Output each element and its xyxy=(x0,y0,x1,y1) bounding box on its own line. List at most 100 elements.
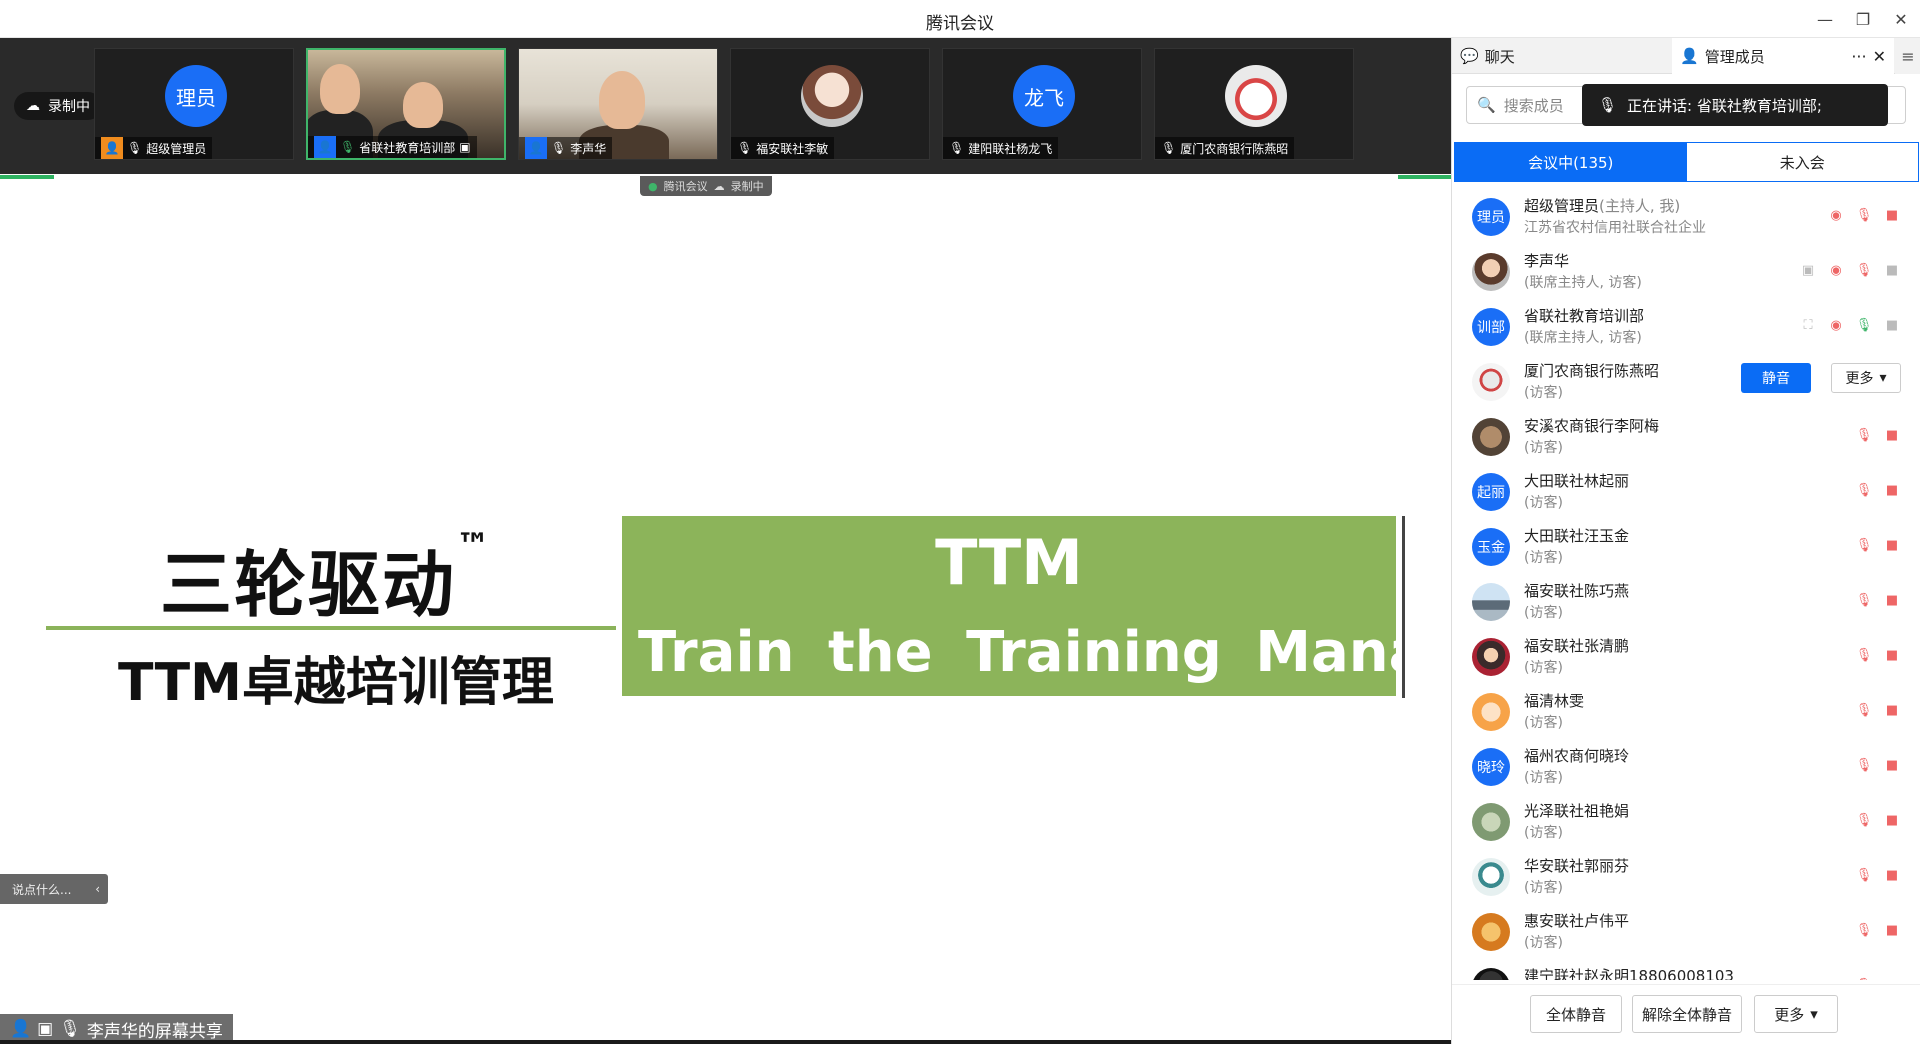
camera-off-icon[interactable]: ■ xyxy=(1883,976,1901,981)
camera-off-icon[interactable]: ■ xyxy=(1883,921,1901,939)
mic-muted-icon[interactable]: 🎙 xyxy=(1855,701,1873,719)
member-row[interactable]: 建宁联社赵永明18806008103 🎙 ■ xyxy=(1452,958,1920,980)
camera-off-icon[interactable]: ■ xyxy=(1883,811,1901,829)
mic-muted-icon[interactable]: 🎙 xyxy=(1855,261,1873,279)
tab-not-joined[interactable]: 未入会 xyxy=(1686,143,1918,181)
member-row[interactable]: 安溪农商银行李阿梅 (访客) 🎙 ■ xyxy=(1452,408,1920,463)
camera-off-icon[interactable]: ■ xyxy=(1883,866,1901,884)
mic-muted-icon[interactable]: 🎙 xyxy=(1855,591,1873,609)
close-panel-icon[interactable]: ✕ xyxy=(1873,47,1886,66)
member-controls: ⛶ ◉ 🎙 ■ xyxy=(1799,316,1901,334)
recording-label: 录制中 xyxy=(48,99,90,115)
more-options-icon[interactable]: ··· xyxy=(1851,47,1866,66)
camera-off-icon[interactable]: ■ xyxy=(1883,646,1901,664)
mic-muted-icon[interactable]: 🎙 xyxy=(1855,921,1873,939)
eye-icon[interactable]: ◉ xyxy=(1827,206,1845,224)
trademark-mark: ™ xyxy=(456,526,493,566)
member-row[interactable]: 起丽 大田联社林起丽 (访客) 🎙 ■ xyxy=(1452,463,1920,518)
banner-subtitle: Train the Training Manager xyxy=(638,620,1451,685)
search-placeholder: 搜索成员 xyxy=(1503,96,1564,115)
mic-muted-icon[interactable]: 🎙 xyxy=(1855,206,1873,224)
video-tile[interactable]: 👤 🎙 李声华 xyxy=(518,48,718,160)
mic-muted-icon[interactable]: 🎙 xyxy=(1855,756,1873,774)
camera-icon[interactable]: ■ xyxy=(1883,261,1901,279)
member-name: 厦门农商银行陈燕昭 xyxy=(1524,362,1660,380)
video-tile[interactable]: 🎙 厦门农商银行陈燕昭 xyxy=(1154,48,1354,160)
focus-icon[interactable]: ⛶ xyxy=(1799,316,1817,334)
menu-icon[interactable]: ≡ xyxy=(1895,38,1920,74)
member-row[interactable]: 厦门农商银行陈燕昭 (访客) 静音 更多 ▾ xyxy=(1452,353,1920,408)
restore-icon[interactable]: ❐ xyxy=(1844,0,1882,38)
mini-app-name: 腾讯会议 xyxy=(663,180,708,193)
slide-title: 三轮驱动™ xyxy=(160,526,492,631)
member-controls: 🎙 ■ xyxy=(1855,481,1901,499)
member-row[interactable]: 理员 超级管理员(主持人, 我) 江苏省农村信用社联合社企业 ◉ 🎙 ■ xyxy=(1452,188,1920,243)
member-role: (访客) xyxy=(1524,495,1563,511)
mic-muted-icon[interactable]: 🎙 xyxy=(1855,866,1873,884)
avatar xyxy=(1472,803,1510,841)
member-row[interactable]: 福清林雯 (访客) 🎙 ■ xyxy=(1452,683,1920,738)
screen-share-icon[interactable]: ▣ xyxy=(1799,261,1817,279)
cloud-icon: ☁ xyxy=(26,98,40,114)
member-row[interactable]: 晓玲 福州农商何晓玲 (访客) 🎙 ■ xyxy=(1452,738,1920,793)
member-role: (访客) xyxy=(1524,770,1563,786)
banner-title: TTM xyxy=(935,526,1083,599)
video-tile[interactable]: 👤 🎙 省联社教育培训部 ▣ xyxy=(306,48,506,160)
member-row[interactable]: 光泽联社祖艳娟 (访客) 🎙 ■ xyxy=(1452,793,1920,848)
mic-muted-icon[interactable]: 🎙 xyxy=(1855,481,1873,499)
close-icon[interactable]: ✕ xyxy=(1882,0,1920,38)
mic-muted-icon[interactable]: 🎙 xyxy=(1855,536,1873,554)
member-row[interactable]: 惠安联社卢伟平 (访客) 🎙 ■ xyxy=(1452,903,1920,958)
unmute-all-button[interactable]: 解除全体静音 xyxy=(1632,995,1742,1033)
tile-label: 👤 🎙 李声华 xyxy=(519,137,613,159)
chat-quick-input[interactable]: 说点什么... ‹ xyxy=(0,874,108,904)
mic-muted-icon[interactable]: 🎙 xyxy=(1855,976,1873,981)
camera-icon[interactable]: ■ xyxy=(1883,316,1901,334)
camera-off-icon[interactable]: ■ xyxy=(1883,481,1901,499)
member-row[interactable]: 华安联社郭丽芬 (访客) 🎙 ■ xyxy=(1452,848,1920,903)
camera-off-icon[interactable]: ■ xyxy=(1883,756,1901,774)
member-row[interactable]: 训部 省联社教育培训部 (联席主持人, 访客) ⛶ ◉ 🎙 ■ xyxy=(1452,298,1920,353)
progress-accent-right xyxy=(1398,175,1451,179)
chevron-left-icon[interactable]: ‹ xyxy=(95,882,108,896)
tile-name: 省联社教育培训部 xyxy=(359,140,456,155)
camera-off-icon[interactable]: ■ xyxy=(1883,426,1901,444)
video-tile[interactable]: 龙飞 🎙 建阳联社杨龙飞 xyxy=(942,48,1142,160)
window-controls: — ❐ ✕ xyxy=(1806,0,1920,38)
camera-off-icon[interactable]: ■ xyxy=(1883,701,1901,719)
eye-icon[interactable]: ◉ xyxy=(1827,316,1845,334)
eye-icon[interactable]: ◉ xyxy=(1827,261,1845,279)
minimize-icon[interactable]: — xyxy=(1806,0,1844,38)
mic-muted-icon[interactable]: 🎙 xyxy=(1855,811,1873,829)
recording-indicator[interactable]: ☁ 录制中 xyxy=(14,92,102,120)
member-role: (访客) xyxy=(1524,660,1563,676)
member-row[interactable]: 李声华 (联席主持人, 访客) ▣ ◉ 🎙 ■ xyxy=(1452,243,1920,298)
mute-button[interactable]: 静音 xyxy=(1741,363,1811,393)
video-tile[interactable]: 🎙 福安联社李敏 xyxy=(730,48,930,160)
member-row[interactable]: 福安联社张清鹏 (访客) 🎙 ■ xyxy=(1452,628,1920,683)
members-icon: 👤 xyxy=(1680,47,1699,65)
mute-all-button[interactable]: 全体静音 xyxy=(1530,995,1622,1033)
camera-off-icon[interactable]: ■ xyxy=(1883,591,1901,609)
tab-chat[interactable]: 💬 聊天 xyxy=(1460,38,1515,74)
member-row[interactable]: 玉金 大田联社汪玉金 (访客) 🎙 ■ xyxy=(1452,518,1920,573)
tab-in-meeting[interactable]: 会议中(135) xyxy=(1455,143,1687,181)
mic-muted-icon[interactable]: 🎙 xyxy=(1855,426,1873,444)
mic-muted-icon[interactable]: 🎙 xyxy=(1855,646,1873,664)
mic-active-icon[interactable]: 🎙 xyxy=(1855,316,1873,334)
camera-off-icon[interactable]: ■ xyxy=(1883,206,1901,224)
slide-title-text: 三轮驱动 xyxy=(160,543,457,627)
member-row[interactable]: 福安联社陈巧燕 (访客) 🎙 ■ xyxy=(1452,573,1920,628)
more-button[interactable]: 更多 ▾ xyxy=(1831,363,1901,393)
footer-more-button[interactable]: 更多 ▾ xyxy=(1754,995,1838,1033)
member-role: (访客) xyxy=(1524,715,1563,731)
tab-manage-members[interactable]: 👤 管理成员 ··· ✕ xyxy=(1672,38,1894,74)
host-icon: 👤 xyxy=(101,137,123,159)
member-name: 华安联社郭丽芬 xyxy=(1524,857,1630,875)
member-role: (访客) xyxy=(1524,825,1563,841)
avatar: 龙飞 xyxy=(1013,65,1075,127)
member-name: 光泽联社祖艳娟 xyxy=(1524,802,1630,820)
video-tile[interactable]: 理员 👤 🎙 超级管理员 xyxy=(94,48,294,160)
camera-off-icon[interactable]: ■ xyxy=(1883,536,1901,554)
tile-label: 🎙 建阳联社杨龙飞 xyxy=(943,137,1059,159)
